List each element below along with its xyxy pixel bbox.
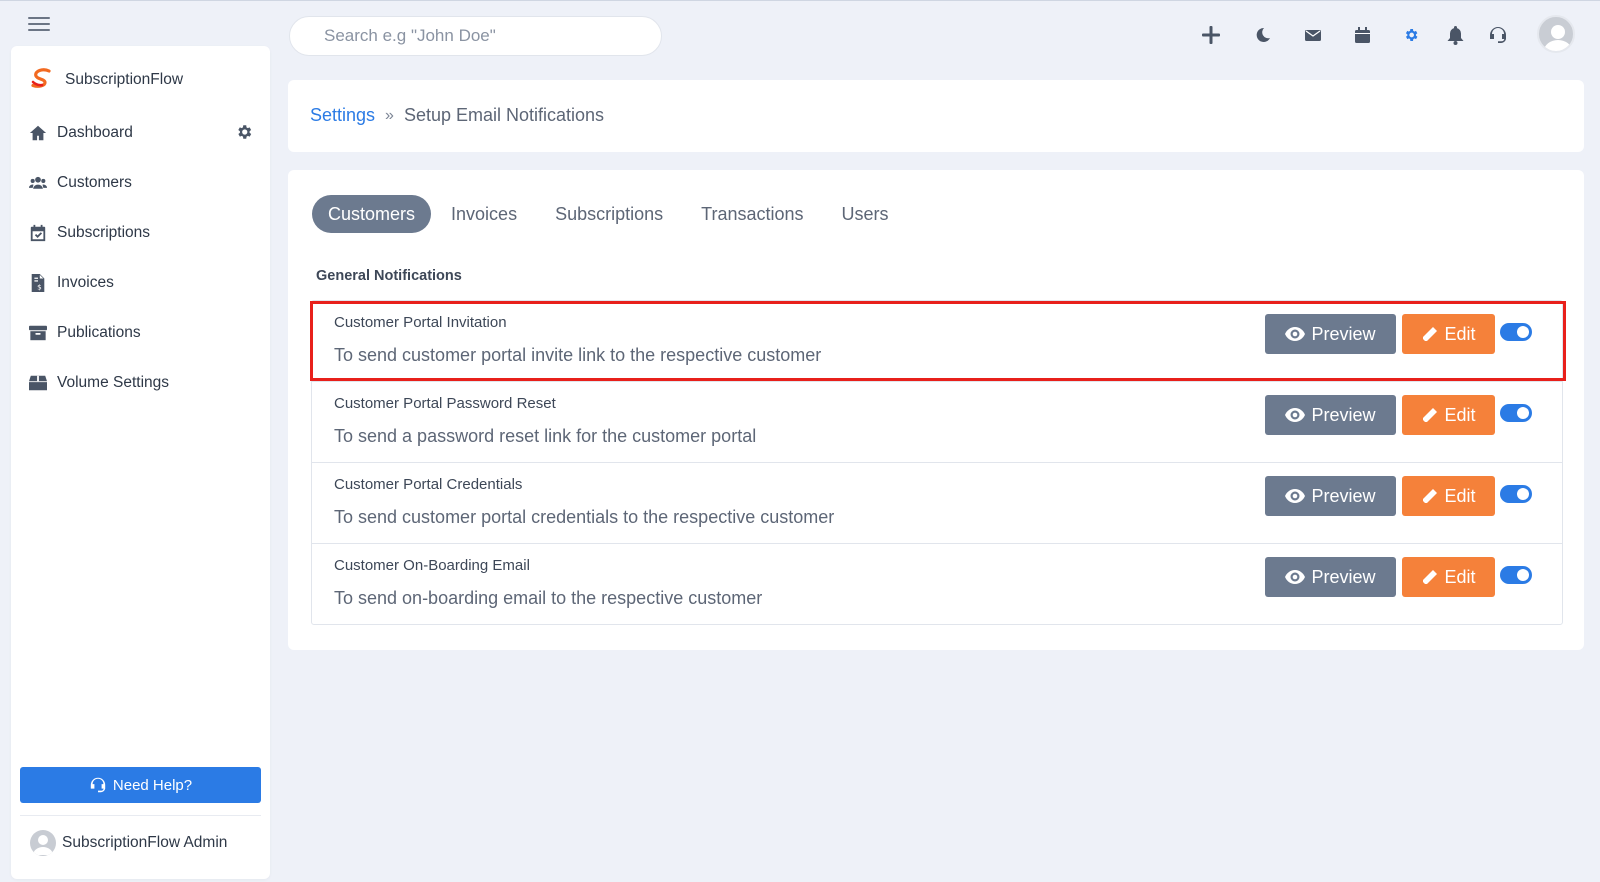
- eye-icon: [1285, 489, 1306, 503]
- edit-label: Edit: [1444, 485, 1476, 506]
- archive-icon: [27, 322, 49, 344]
- brand-name: SubscriptionFlow: [65, 71, 184, 88]
- preview-button[interactable]: Preview: [1265, 557, 1396, 597]
- svg-text:$: $: [37, 282, 42, 291]
- edit-label: Edit: [1444, 404, 1476, 425]
- preview-label: Preview: [1311, 404, 1376, 425]
- pencil-icon: [1423, 326, 1438, 341]
- preview-button[interactable]: Preview: [1265, 395, 1396, 435]
- breadcrumb-current: Setup Email Notifications: [403, 105, 605, 125]
- notification-list: Customer Portal Invitation To send custo…: [311, 300, 1563, 625]
- pencil-icon: [1423, 488, 1438, 503]
- section-title: General Notifications: [316, 268, 462, 284]
- edit-button[interactable]: Edit: [1402, 557, 1495, 597]
- notification-toggle[interactable]: [1500, 404, 1532, 422]
- tab-customers[interactable]: Customers: [312, 195, 432, 233]
- sidebar-item-customers[interactable]: Customers: [27, 158, 257, 208]
- search-input[interactable]: [289, 16, 662, 56]
- brand-logo[interactable]: SubscriptionFlow: [29, 68, 183, 92]
- calendar-icon[interactable]: [1347, 20, 1377, 50]
- notification-tabs: Customers Invoices Subscriptions Transac…: [312, 195, 911, 233]
- sidebar-item-publications[interactable]: Publications: [27, 308, 257, 358]
- sidebar-divider: [20, 815, 261, 816]
- gear-icon[interactable]: [1396, 20, 1426, 50]
- tab-transactions[interactable]: Transactions: [685, 195, 819, 233]
- edit-button[interactable]: Edit: [1402, 314, 1495, 354]
- calendar-check-icon: [27, 222, 49, 244]
- plus-icon[interactable]: [1196, 20, 1226, 50]
- sidebar-item-label: Volume Settings: [57, 374, 170, 391]
- sidebar-item-subscriptions[interactable]: Subscriptions: [27, 208, 257, 258]
- breadcrumb-card: Settings » Setup Email Notifications: [288, 80, 1584, 152]
- sidebar: SubscriptionFlow Dashboard Customers Sub…: [11, 46, 270, 879]
- notification-title: Customer On-Boarding Email: [334, 557, 530, 574]
- notification-title: Customer Portal Invitation: [334, 314, 507, 331]
- notification-title: Customer Portal Credentials: [334, 476, 523, 493]
- breadcrumb: Settings » Setup Email Notifications: [310, 105, 604, 126]
- preview-label: Preview: [1311, 566, 1376, 587]
- tab-subscriptions[interactable]: Subscriptions: [539, 195, 679, 233]
- breadcrumb-settings-link[interactable]: Settings: [310, 105, 375, 126]
- eye-icon: [1285, 408, 1306, 422]
- user-avatar[interactable]: [1537, 15, 1575, 53]
- tab-users[interactable]: Users: [826, 195, 905, 233]
- sidebar-item-label: Publications: [57, 324, 141, 341]
- users-icon: [27, 172, 49, 194]
- admin-name: SubscriptionFlow Admin: [62, 834, 228, 851]
- preview-label: Preview: [1311, 323, 1376, 344]
- box-icon: [27, 372, 49, 394]
- bell-icon[interactable]: [1440, 20, 1470, 50]
- sidebar-nav: Dashboard Customers Subscriptions $ Invo…: [27, 108, 257, 408]
- subscriptionflow-logo-icon: [31, 68, 51, 88]
- sidebar-item-dashboard[interactable]: Dashboard: [27, 108, 257, 158]
- notification-toggle[interactable]: [1500, 485, 1532, 503]
- edit-label: Edit: [1444, 566, 1476, 587]
- admin-avatar: [30, 830, 56, 856]
- headset-icon: [90, 777, 106, 793]
- notification-row: Customer Portal Password Reset To send a…: [312, 382, 1562, 463]
- sidebar-item-label: Customers: [57, 174, 132, 191]
- top-border: [0, 0, 1600, 1]
- breadcrumb-separator: »: [385, 106, 394, 124]
- notification-description: To send on-boarding email to the respect…: [334, 588, 763, 608]
- edit-label: Edit: [1444, 323, 1476, 344]
- notification-description: To send a password reset link for the cu…: [334, 426, 757, 446]
- invoice-icon: $: [27, 272, 49, 294]
- notification-title: Customer Portal Password Reset: [334, 395, 556, 412]
- sidebar-item-volume-settings[interactable]: Volume Settings: [27, 358, 257, 408]
- pencil-icon: [1423, 407, 1438, 422]
- sidebar-item-label: Invoices: [57, 274, 114, 291]
- preview-label: Preview: [1311, 485, 1376, 506]
- preview-button[interactable]: Preview: [1265, 476, 1396, 516]
- preview-button[interactable]: Preview: [1265, 314, 1396, 354]
- headset-icon[interactable]: [1483, 20, 1513, 50]
- sidebar-item-label: Subscriptions: [57, 224, 151, 241]
- edit-button[interactable]: Edit: [1402, 476, 1495, 516]
- notification-description: To send customer portal credentials to t…: [334, 507, 835, 527]
- notifications-card: Customers Invoices Subscriptions Transac…: [288, 170, 1584, 650]
- eye-icon: [1285, 327, 1306, 341]
- need-help-button[interactable]: Need Help?: [20, 767, 261, 803]
- eye-icon: [1285, 570, 1306, 584]
- moon-icon[interactable]: [1248, 20, 1278, 50]
- notification-description: To send customer portal invite link to t…: [334, 345, 822, 365]
- admin-profile[interactable]: SubscriptionFlow Admin: [30, 830, 227, 856]
- envelope-icon[interactable]: [1298, 20, 1328, 50]
- notification-row: Customer Portal Credentials To send cust…: [312, 463, 1562, 544]
- notification-toggle[interactable]: [1500, 323, 1532, 341]
- dashboard-settings-gear-icon[interactable]: [235, 123, 253, 141]
- sidebar-item-label: Dashboard: [57, 124, 133, 141]
- notification-row: Customer On-Boarding Email To send on-bo…: [312, 544, 1562, 624]
- sidebar-item-invoices[interactable]: $ Invoices: [27, 258, 257, 308]
- need-help-label: Need Help?: [112, 776, 193, 794]
- tab-invoices[interactable]: Invoices: [435, 195, 533, 233]
- menu-toggle-icon[interactable]: [28, 17, 50, 31]
- edit-button[interactable]: Edit: [1402, 395, 1495, 435]
- notification-row: Customer Portal Invitation To send custo…: [312, 301, 1562, 382]
- notification-toggle[interactable]: [1500, 566, 1532, 584]
- pencil-icon: [1423, 569, 1438, 584]
- home-icon: [27, 122, 49, 144]
